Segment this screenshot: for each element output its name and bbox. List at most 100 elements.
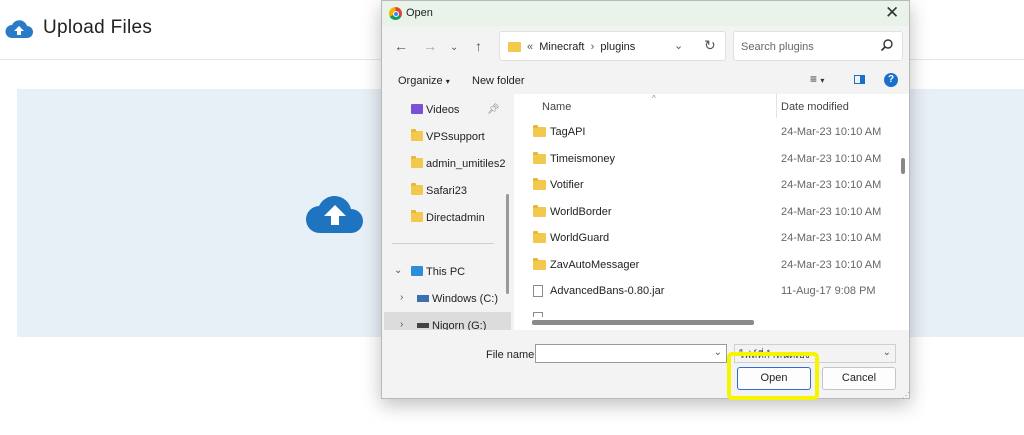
chevron-right-icon[interactable]: › xyxy=(400,292,403,303)
videos-icon xyxy=(411,104,423,114)
organize-label: Organize xyxy=(398,75,443,87)
nav-item-nigorn-g[interactable]: › Nigorn (G:) xyxy=(384,312,511,330)
file-row[interactable]: Timeismoney 24-Mar-23 10:10 AM xyxy=(514,146,898,172)
file-date: 11-Aug-17 9:08 PM xyxy=(781,285,876,297)
nav-item-windows-c[interactable]: › Windows (C:) xyxy=(384,285,511,311)
file-name: AdvancedBans-0.80.jar xyxy=(550,285,665,297)
back-arrow-icon[interactable]: ← xyxy=(394,38,408,54)
nav-item-admin-umitiles2[interactable]: admin_umitiles2 xyxy=(384,150,511,176)
breadcrumb: « Minecraft › plugins xyxy=(527,41,636,53)
file-date: 24-Mar-23 10:10 AM xyxy=(781,153,882,165)
view-options-icon[interactable]: ≡ ▾ xyxy=(810,72,824,86)
folder-icon xyxy=(533,125,546,137)
help-icon[interactable]: ? xyxy=(884,73,898,87)
file-name: WorldBorder xyxy=(550,206,612,218)
address-bar[interactable]: « Minecraft › plugins ⌄ ↻ xyxy=(499,31,726,61)
folder-icon xyxy=(508,42,521,52)
up-arrow-icon[interactable]: ↑ xyxy=(475,38,482,54)
chevron-down-icon[interactable]: ⌄ xyxy=(714,347,722,358)
chrome-icon xyxy=(389,7,402,20)
close-icon[interactable]: ✕ xyxy=(885,4,899,21)
file-name: TagAPI xyxy=(550,126,586,138)
chevron-down-icon[interactable]: ⌄ xyxy=(394,265,402,276)
breadcrumb-overflow[interactable]: « xyxy=(527,41,533,53)
file-date: 24-Mar-23 10:10 AM xyxy=(781,206,882,218)
folder-icon xyxy=(533,258,546,270)
refresh-icon[interactable]: ↻ xyxy=(704,37,716,54)
chevron-down-icon[interactable]: ⌄ xyxy=(450,40,458,56)
file-name-label: File name: xyxy=(486,349,538,361)
dialog-titlebar: Open ✕ xyxy=(382,1,909,26)
nav-item-label: Nigorn (G:) xyxy=(432,320,487,330)
search-icon[interactable] xyxy=(880,38,894,52)
chevron-down-icon[interactable]: ⌄ xyxy=(674,39,683,52)
cloud-upload-icon xyxy=(5,20,33,38)
breadcrumb-plugins[interactable]: plugins xyxy=(600,41,635,53)
file-name: ZavAutoMessager xyxy=(550,259,640,271)
file-row-partial[interactable] xyxy=(514,305,898,317)
computer-icon xyxy=(411,266,423,276)
navigation-row: ← → ⌄ ↑ « Minecraft › plugins ⌄ ↻ Search… xyxy=(382,31,909,63)
search-input[interactable]: Search plugins xyxy=(733,31,903,61)
drive-icon xyxy=(417,323,429,328)
cancel-button[interactable]: Cancel xyxy=(822,367,896,390)
nav-item-this-pc[interactable]: ⌄ This PC xyxy=(384,258,511,284)
page-title: Upload Files xyxy=(43,17,153,38)
chevron-down-icon[interactable]: ⌄ xyxy=(883,347,891,358)
preview-pane-icon[interactable] xyxy=(854,75,865,84)
nav-item-label: Safari23 xyxy=(426,185,467,197)
organize-menu[interactable]: Organize ▾ xyxy=(398,75,450,87)
nav-item-videos[interactable]: Videos 📌︎ xyxy=(384,96,511,122)
nav-item-directadmin[interactable]: Directadmin xyxy=(384,204,511,230)
folder-icon xyxy=(533,178,546,190)
scrollbar[interactable] xyxy=(506,194,509,294)
column-divider[interactable] xyxy=(776,94,777,118)
file-icon xyxy=(533,285,543,297)
file-list: ^ Name Date modified TagAPI 24-Mar-23 10… xyxy=(514,94,909,330)
search-placeholder: Search plugins xyxy=(741,41,814,53)
nav-item-safari23[interactable]: Safari23 xyxy=(384,177,511,203)
file-date: 24-Mar-23 10:10 AM xyxy=(781,259,882,271)
chevron-right-icon[interactable]: › xyxy=(400,319,403,330)
cloud-upload-icon[interactable] xyxy=(304,191,366,235)
file-date: 24-Mar-23 10:10 AM xyxy=(781,179,882,191)
nav-item-label: Directadmin xyxy=(426,212,485,224)
folder-icon xyxy=(533,205,546,217)
breadcrumb-minecraft[interactable]: Minecraft xyxy=(539,41,584,53)
new-folder-button[interactable]: New folder xyxy=(472,75,525,87)
file-name: Timeismoney xyxy=(550,153,615,165)
pin-icon: 📌︎ xyxy=(487,104,500,115)
file-row[interactable]: Votifier 24-Mar-23 10:10 AM xyxy=(514,172,898,198)
nav-item-vpssupport[interactable]: VPSsupport xyxy=(384,123,511,149)
forward-arrow-icon[interactable]: → xyxy=(423,38,437,54)
nav-item-label: Videos xyxy=(426,104,460,116)
file-row[interactable]: TagAPI 24-Mar-23 10:10 AM xyxy=(514,119,898,145)
folder-icon xyxy=(533,152,546,164)
nav-divider xyxy=(392,243,494,244)
file-date: 24-Mar-23 10:10 AM xyxy=(781,232,882,244)
folder-icon xyxy=(411,210,423,222)
folder-icon xyxy=(411,183,423,195)
folder-icon xyxy=(411,129,423,141)
vertical-scrollbar[interactable] xyxy=(901,158,905,174)
open-file-dialog: Open ✕ ← → ⌄ ↑ « Minecraft › plugins ⌄ ↻… xyxy=(381,0,910,400)
file-date: 24-Mar-23 10:10 AM xyxy=(781,126,882,138)
drive-icon xyxy=(417,295,429,302)
horizontal-scrollbar[interactable] xyxy=(532,320,754,325)
file-row[interactable]: ZavAutoMessager 24-Mar-23 10:10 AM xyxy=(514,252,898,278)
file-row[interactable]: AdvancedBans-0.80.jar 11-Aug-17 9:08 PM xyxy=(514,278,898,304)
sort-caret-icon: ^ xyxy=(652,94,656,103)
highlight-box xyxy=(727,352,819,400)
resize-grip-icon[interactable]: ⋰ xyxy=(902,391,910,400)
file-row[interactable]: WorldBorder 24-Mar-23 10:10 AM xyxy=(514,199,898,225)
nav-item-label: Windows (C:) xyxy=(432,293,499,305)
nav-item-label: VPSsupport xyxy=(426,131,485,143)
navigation-pane: Videos 📌︎ VPSsupport admin_umitiles2 Saf… xyxy=(384,94,511,330)
column-header-date[interactable]: Date modified xyxy=(781,101,849,113)
nav-item-label: admin_umitiles2 xyxy=(426,158,506,170)
file-icon xyxy=(533,312,543,317)
file-name-input[interactable]: ⌄ xyxy=(535,344,727,363)
file-row[interactable]: WorldGuard 24-Mar-23 10:10 AM xyxy=(514,225,898,251)
column-header-name[interactable]: Name xyxy=(542,101,571,113)
nav-item-label: This PC xyxy=(426,266,466,278)
